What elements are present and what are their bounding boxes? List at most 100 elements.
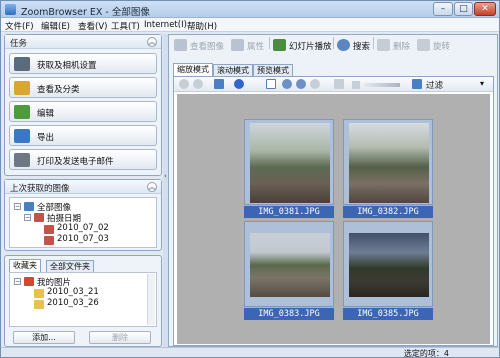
app-icon (5, 4, 16, 15)
menu-bar: 文件(F) 编辑(E) 查看(V) 工具(T) Internet(I) 帮助(H… (1, 18, 499, 32)
thumbnail-area: IMG_0381.JPG IMG_0382.JPG IMG_0383.JPG I… (177, 94, 490, 344)
camera-icon (14, 57, 30, 71)
tab-favorites[interactable]: 收藏夹 (9, 259, 41, 272)
zoom-in-icon[interactable] (282, 79, 292, 89)
search-button[interactable]: 搜索 (337, 38, 371, 54)
add-favorite-button[interactable]: 添加... (13, 331, 75, 344)
back-icon[interactable] (179, 79, 189, 89)
task-view-sort-label: 查看及分类 (37, 85, 80, 95)
zoom-out-icon[interactable] (296, 79, 306, 89)
thumbnail-frame (343, 119, 433, 205)
thumbnail[interactable]: IMG_0385.JPG (343, 221, 433, 321)
thumbnail[interactable]: IMG_0382.JPG (343, 119, 433, 219)
menu-help[interactable]: 帮助(H) (187, 20, 217, 32)
photo-railway (250, 123, 330, 203)
toolbar-separator (269, 37, 270, 49)
view-image-button[interactable]: 查看图像 (174, 38, 230, 54)
filter-label[interactable]: 过滤 (426, 79, 443, 91)
tasks-panel: 任务 ︽ 获取及相机设置 查看及分类 编辑 导出 打印及发送电子邮件 (4, 34, 162, 176)
thumbnail-filename: IMG_0382.JPG (343, 206, 433, 218)
app-window: ZoomBrowser EX - 全部图像 – □ ✕ 文件(F) 编辑(E) … (0, 0, 500, 358)
recent-images-panel: 上次获取的图像 ︽ − 全部图像 − 拍摄日期 2010_07_02 2010_… (4, 179, 162, 251)
thumbnail-frame (343, 221, 433, 307)
slider-handle[interactable] (352, 81, 360, 89)
close-button[interactable]: ✕ (474, 2, 496, 16)
menu-file[interactable]: 文件(F) (5, 20, 34, 32)
task-view-sort-button[interactable]: 查看及分类 (9, 77, 157, 98)
task-acquire-button[interactable]: 获取及相机设置 (9, 53, 157, 74)
folder-icon (34, 289, 44, 298)
view-image-icon (174, 39, 187, 51)
menu-tools[interactable]: 工具(T) (111, 20, 140, 32)
delete-button[interactable]: 删除 (377, 38, 413, 54)
photo-railway-buildings (250, 233, 330, 297)
minimize-button[interactable]: – (433, 2, 453, 16)
tree-item-date[interactable]: 2010_07_02 (57, 223, 109, 233)
collapse-tasks-icon[interactable]: ︽ (147, 37, 157, 47)
properties-label: 属性 (247, 42, 265, 52)
slideshow-label: 幻灯片播放 (289, 42, 332, 52)
thumbnail-filename: IMG_0381.JPG (244, 206, 334, 218)
task-export-button[interactable]: 导出 (9, 125, 157, 146)
favorites-panel: 收藏夹 全部文件夹 − 我的图片 2010_03_21 2010_03_26 添… (4, 255, 162, 347)
tab-all-folders[interactable]: 全部文件夹 (46, 260, 94, 272)
pan-hand-icon[interactable] (310, 79, 320, 89)
task-print-email-button[interactable]: 打印及发送电子邮件 (9, 149, 157, 170)
task-edit-button[interactable]: 编辑 (9, 101, 157, 122)
slideshow-icon (273, 39, 286, 51)
viewer-toolbar: 过滤 ▾ (174, 77, 493, 92)
thumbnail[interactable]: IMG_0383.JPG (244, 221, 334, 321)
delete-icon (377, 39, 390, 51)
expand-toggle-icon[interactable]: − (24, 214, 31, 221)
rotate-icon (417, 39, 430, 51)
thumbnail-filename: IMG_0383.JPG (244, 308, 334, 320)
filter-icon[interactable] (412, 79, 422, 89)
task-export-label: 导出 (37, 133, 55, 143)
delete-label: 删除 (393, 42, 411, 52)
search-icon (337, 39, 350, 51)
fit-window-icon[interactable] (334, 79, 344, 89)
expand-toggle-icon[interactable]: − (14, 203, 21, 210)
tree-item-folder[interactable]: 2010_03_21 (47, 287, 99, 297)
toolbar-separator (373, 37, 374, 49)
properties-button[interactable]: 属性 (231, 38, 269, 54)
thumbnail-frame (244, 221, 334, 307)
info-icon[interactable] (234, 79, 244, 89)
maximize-button[interactable]: □ (454, 2, 473, 16)
menu-edit[interactable]: 编辑(E) (41, 20, 70, 32)
title-bar[interactable]: ZoomBrowser EX - 全部图像 – □ ✕ (1, 1, 499, 18)
expand-toggle-icon[interactable]: − (14, 278, 21, 285)
left-pane: 任务 ︽ 获取及相机设置 查看及分类 编辑 导出 打印及发送电子邮件 上次获取的… (4, 34, 162, 347)
delete-favorite-button[interactable]: 删除 (89, 331, 151, 344)
search-label: 搜索 (353, 42, 371, 52)
slideshow-button[interactable]: 幻灯片播放 (273, 38, 333, 54)
my-pictures-icon (24, 277, 34, 286)
tab-zoom-mode[interactable]: 缩放模式 (173, 63, 213, 76)
tree-item-date[interactable]: 2010_07_03 (57, 234, 109, 244)
forward-icon[interactable] (193, 79, 203, 89)
photo-night-railway (349, 233, 429, 297)
export-icon (14, 129, 30, 143)
calendar-icon (44, 225, 54, 234)
image-viewer: 过滤 ▾ IMG_0381.JPG IMG_0382.JPG IMG_0383.… (173, 76, 494, 346)
filter-dropdown-icon[interactable]: ▾ (480, 79, 484, 88)
recent-panel-header: 上次获取的图像 ︽ (5, 180, 161, 194)
rotate-label: 旋转 (433, 42, 451, 52)
select-cursor-icon[interactable] (266, 79, 276, 89)
thumbnail-size-slider[interactable] (364, 83, 400, 87)
window-title: ZoomBrowser EX - 全部图像 (21, 7, 150, 18)
folder-icon (34, 300, 44, 309)
folder-view-icon (14, 81, 30, 95)
menu-view[interactable]: 查看(V) (78, 20, 107, 32)
status-bar: 选定的项：4 (1, 347, 499, 357)
tree-item-folder[interactable]: 2010_03_26 (47, 298, 99, 308)
thumbnail[interactable]: IMG_0381.JPG (244, 119, 334, 219)
rotate-button[interactable]: 旋转 (417, 38, 453, 54)
tab-preview-mode[interactable]: 预览模式 (253, 64, 293, 76)
tab-scroll-mode[interactable]: 滚动模式 (213, 64, 253, 76)
collapse-recent-icon[interactable]: ︽ (147, 182, 157, 192)
right-pane: 查看图像 属性 幻灯片播放 搜索 删除 旋转 缩放模式 滚动模式 预览模式 过滤… (168, 34, 498, 347)
display-options-icon[interactable] (214, 79, 224, 89)
menu-internet[interactable]: Internet(I) (144, 20, 187, 30)
scrollbar[interactable] (147, 274, 155, 325)
